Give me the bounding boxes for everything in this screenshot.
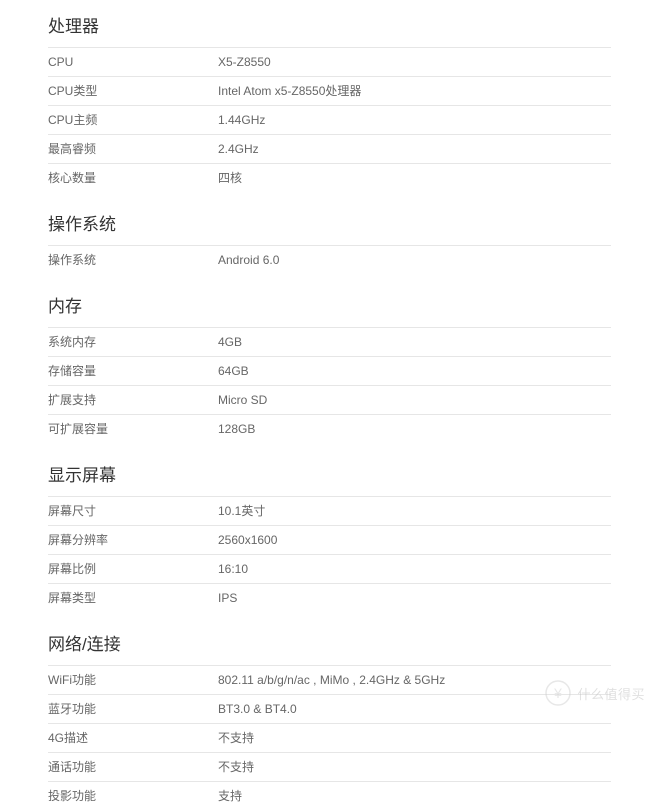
- spec-row: CPU类型Intel Atom x5-Z8550处理器: [48, 76, 611, 105]
- spec-value: Micro SD: [218, 391, 611, 409]
- spec-label: 蓝牙功能: [48, 700, 218, 718]
- spec-label: 投影功能: [48, 787, 218, 805]
- spec-value: 不支持: [218, 758, 611, 776]
- spec-row: 可扩展容量128GB: [48, 414, 611, 443]
- spec-value: X5-Z8550: [218, 53, 611, 71]
- section-title: 显示屏幕: [48, 461, 611, 486]
- spec-row: 蓝牙功能BT3.0 & BT4.0: [48, 694, 611, 723]
- spec-label: 4G描述: [48, 729, 218, 747]
- spec-value: 16:10: [218, 560, 611, 578]
- watermark-logo-icon: ¥: [545, 680, 571, 706]
- spec-label: 系统内存: [48, 333, 218, 351]
- spec-row: 通话功能不支持: [48, 752, 611, 781]
- spec-row: 屏幕分辨率2560x1600: [48, 525, 611, 554]
- spec-label: WiFi功能: [48, 671, 218, 689]
- spec-label: CPU主频: [48, 111, 218, 129]
- spec-row: CPUX5-Z8550: [48, 47, 611, 76]
- spec-value: IPS: [218, 589, 611, 607]
- spec-label: 屏幕尺寸: [48, 502, 218, 520]
- spec-row: WiFi功能802.11 a/b/g/n/ac , MiMo , 2.4GHz …: [48, 665, 611, 694]
- spec-value: Android 6.0: [218, 251, 611, 269]
- watermark: ¥ 什么值得买: [545, 680, 645, 706]
- spec-label: 核心数量: [48, 169, 218, 187]
- spec-value: 1.44GHz: [218, 111, 611, 129]
- spec-row: CPU主频1.44GHz: [48, 105, 611, 134]
- spec-label: 可扩展容量: [48, 420, 218, 438]
- spec-value: 四核: [218, 169, 611, 187]
- spec-value: 4GB: [218, 333, 611, 351]
- spec-value: 不支持: [218, 729, 611, 747]
- spec-row: 扩展支持Micro SD: [48, 385, 611, 414]
- spec-row: 4G描述不支持: [48, 723, 611, 752]
- spec-row: 屏幕比例16:10: [48, 554, 611, 583]
- spec-row: 系统内存4GB: [48, 327, 611, 356]
- spec-value: 2560x1600: [218, 531, 611, 549]
- spec-label: 屏幕比例: [48, 560, 218, 578]
- section-title: 操作系统: [48, 210, 611, 235]
- spec-value: 128GB: [218, 420, 611, 438]
- spec-row: 核心数量四核: [48, 163, 611, 192]
- spec-row: 最高睿频2.4GHz: [48, 134, 611, 163]
- spec-label: 屏幕类型: [48, 589, 218, 607]
- spec-row: 操作系统Android 6.0: [48, 245, 611, 274]
- spec-row: 屏幕类型IPS: [48, 583, 611, 612]
- spec-value: 2.4GHz: [218, 140, 611, 158]
- spec-label: 最高睿频: [48, 140, 218, 158]
- spec-label: 存储容量: [48, 362, 218, 380]
- spec-label: 操作系统: [48, 251, 218, 269]
- spec-label: CPU: [48, 53, 218, 71]
- spec-value: 64GB: [218, 362, 611, 380]
- section-title: 处理器: [48, 12, 611, 37]
- spec-value: Intel Atom x5-Z8550处理器: [218, 82, 611, 100]
- spec-label: 通话功能: [48, 758, 218, 776]
- spec-label: 屏幕分辨率: [48, 531, 218, 549]
- spec-value: 支持: [218, 787, 611, 805]
- spec-label: CPU类型: [48, 82, 218, 100]
- spec-row: 投影功能支持: [48, 781, 611, 810]
- section-title: 内存: [48, 292, 611, 317]
- currency-symbol: ¥: [554, 685, 563, 701]
- spec-label: 扩展支持: [48, 391, 218, 409]
- section-title: 网络/连接: [48, 630, 611, 655]
- watermark-text: 什么值得买: [577, 684, 645, 703]
- spec-row: 存储容量64GB: [48, 356, 611, 385]
- spec-row: 屏幕尺寸10.1英寸: [48, 496, 611, 525]
- spec-value: 10.1英寸: [218, 502, 611, 520]
